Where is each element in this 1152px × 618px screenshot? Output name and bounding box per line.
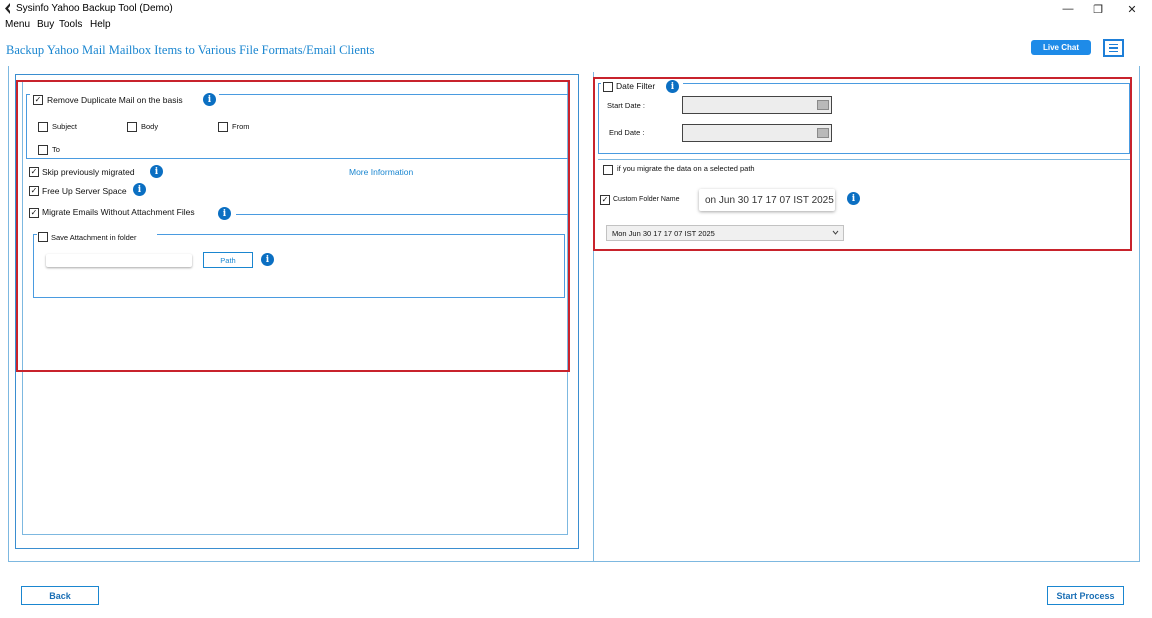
close-icon: ✕ bbox=[1127, 3, 1137, 16]
title-bar: Sysinfo Yahoo Backup Tool (Demo) — ❐ ✕ bbox=[0, 0, 1152, 18]
menu-item-buy[interactable]: Buy bbox=[37, 19, 54, 30]
menu-item-tools[interactable]: Tools bbox=[59, 19, 82, 30]
app-logo-icon bbox=[5, 3, 10, 14]
minimize-button[interactable]: — bbox=[1051, 0, 1085, 18]
live-chat-button[interactable]: Live Chat bbox=[1031, 40, 1091, 55]
back-button[interactable]: Back bbox=[21, 586, 99, 605]
menu-item-help[interactable]: Help bbox=[90, 19, 111, 30]
hamburger-menu-button[interactable] bbox=[1103, 39, 1124, 57]
close-button[interactable]: ✕ bbox=[1115, 0, 1149, 18]
minimize-icon: — bbox=[1062, 3, 1074, 15]
restore-icon: ❐ bbox=[1093, 3, 1103, 16]
maximize-button[interactable]: ❐ bbox=[1081, 0, 1115, 18]
highlight-box-right bbox=[593, 77, 1132, 251]
page-title: Backup Yahoo Mail Mailbox Items to Vario… bbox=[6, 43, 375, 57]
window-title: Sysinfo Yahoo Backup Tool (Demo) bbox=[16, 3, 173, 14]
hamburger-icon bbox=[1109, 43, 1118, 46]
highlight-box-left bbox=[16, 80, 570, 372]
menu-item-menu[interactable]: Menu bbox=[5, 19, 30, 30]
start-process-button[interactable]: Start Process bbox=[1047, 586, 1124, 605]
